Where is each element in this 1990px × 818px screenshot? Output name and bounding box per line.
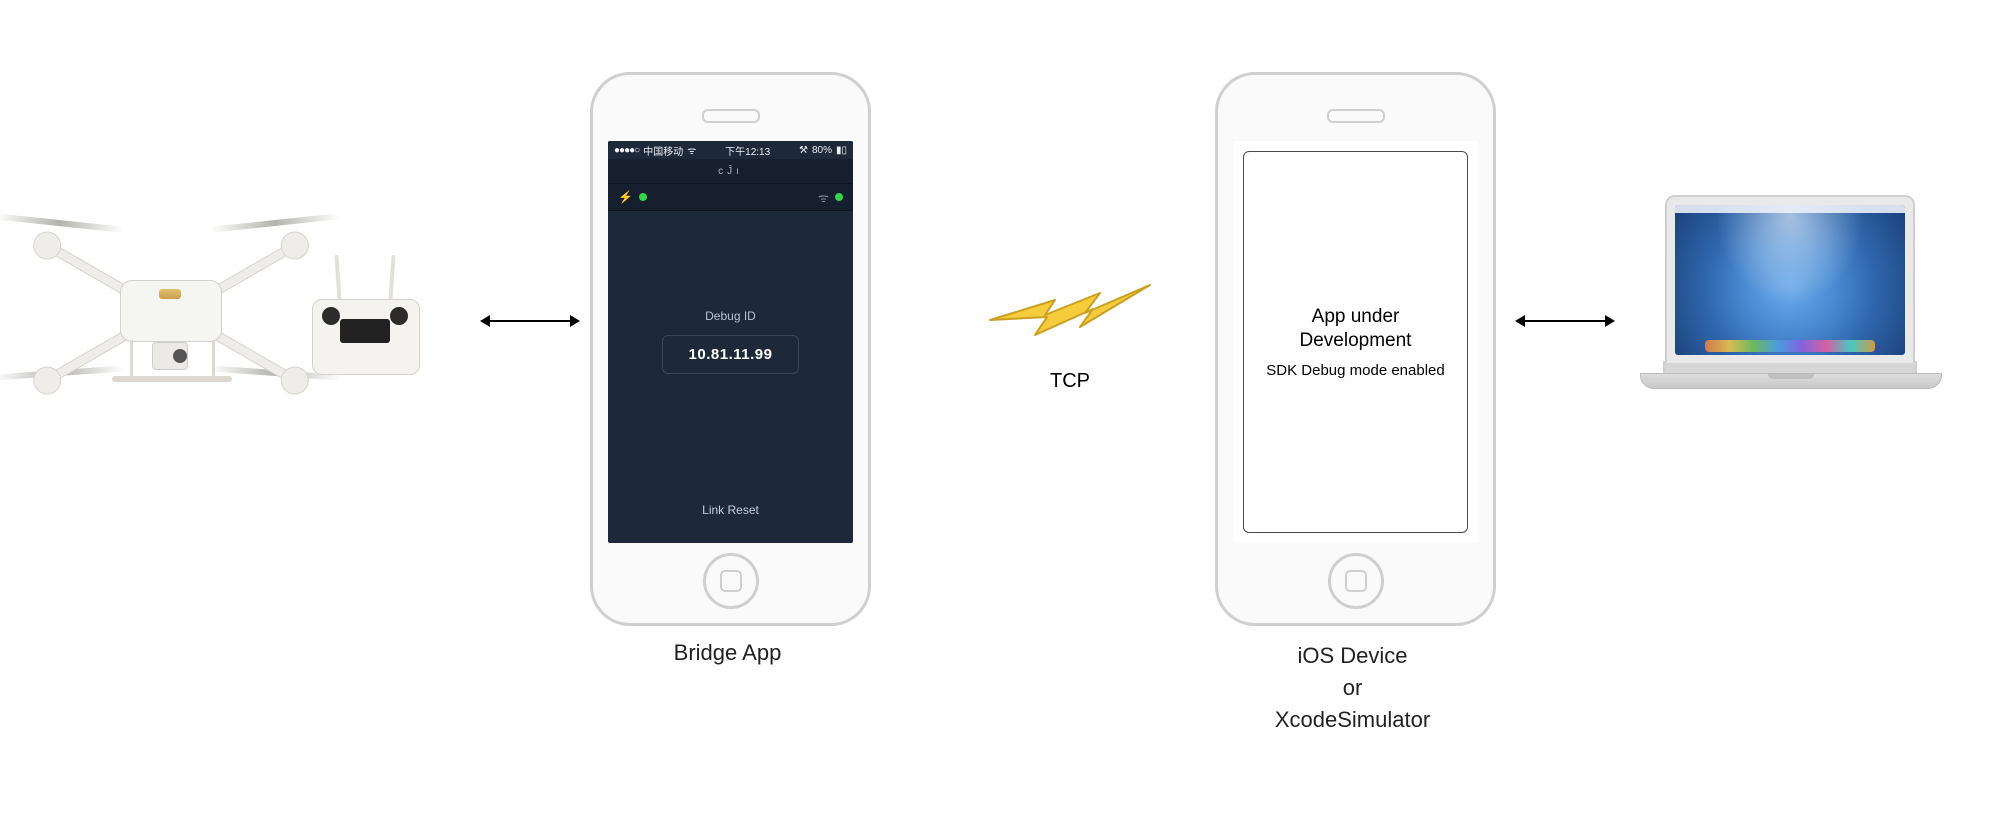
status-time: 下午12:13 [725, 143, 770, 158]
usb-icon: ⚡ [618, 190, 633, 204]
ios-caption-line2: or [1215, 672, 1490, 704]
wifi-icon: ᯤ [687, 143, 696, 157]
bridge-phone: ●●●●○ 中国移动 ᯤ 下午12:13 ⚒ 80% ▮▯ cĴı ⚡ ᯤ [590, 72, 871, 626]
macbook-icon [1640, 195, 1940, 389]
macos-desktop [1675, 205, 1905, 355]
status-dot-icon [835, 193, 843, 201]
arrow-drone-bridge [490, 320, 570, 322]
ios-status-bar: ●●●●○ 中国移动 ᯤ 下午12:13 ⚒ 80% ▮▯ [608, 141, 853, 159]
dev-app-subtitle: SDK Debug mode enabled [1266, 362, 1444, 379]
debug-ip-value[interactable]: 10.81.11.99 [662, 335, 800, 374]
home-button[interactable] [703, 553, 759, 609]
bluetooth-icon: ⚒ [799, 145, 808, 156]
connection-indicator-bar: ⚡ ᯤ [608, 183, 853, 211]
dev-app-screen: App under Development SDK Debug mode ena… [1233, 141, 1478, 543]
status-dot-icon [639, 193, 647, 201]
battery-icon: ▮▯ [836, 145, 847, 156]
phone-earpiece [702, 109, 760, 123]
wifi-indicator: ᯤ [818, 189, 843, 206]
architecture-diagram: ●●●●○ 中国移动 ᯤ 下午12:13 ⚒ 80% ▮▯ cĴı ⚡ ᯤ [0, 0, 1990, 818]
arrow-dev-laptop [1525, 320, 1605, 322]
ios-caption-line1: iOS Device [1215, 640, 1490, 672]
home-button[interactable] [1328, 553, 1384, 609]
drone-icon [30, 190, 300, 420]
ios-caption-line3: XcodeSimulator [1215, 704, 1490, 736]
signal-dots: ●●●●○ [614, 145, 639, 156]
dev-app-title: App under Development [1256, 305, 1455, 353]
bridge-caption: Bridge App [590, 640, 865, 666]
lightning-icon [985, 265, 1155, 355]
wifi-icon: ᯤ [818, 189, 829, 206]
bridge-app-screen: ●●●●○ 中国移动 ᯤ 下午12:13 ⚒ 80% ▮▯ cĴı ⚡ ᯤ [608, 141, 853, 543]
debug-id-label: Debug ID [705, 309, 756, 323]
link-reset-button[interactable]: Link Reset [608, 503, 853, 517]
phone-earpiece [1327, 109, 1385, 123]
usb-indicator: ⚡ [618, 190, 647, 204]
macos-dock [1705, 340, 1875, 352]
dji-brand-bar: cĴı [608, 159, 853, 183]
macos-menubar [1675, 205, 1905, 213]
tcp-label: TCP [1050, 370, 1090, 393]
ios-caption: iOS Device or XcodeSimulator [1215, 640, 1490, 736]
remote-controller-icon [300, 255, 430, 385]
carrier-label: 中国移动 [643, 143, 683, 158]
dev-phone: App under Development SDK Debug mode ena… [1215, 72, 1496, 626]
battery-pct: 80% [812, 145, 832, 156]
